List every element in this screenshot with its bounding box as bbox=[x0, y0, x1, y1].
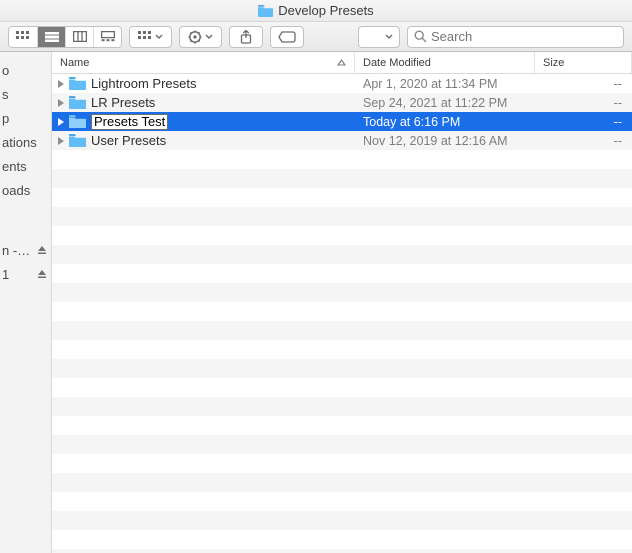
eject-icon[interactable] bbox=[37, 243, 47, 258]
date-modified: Today at 6:16 PM bbox=[355, 115, 535, 129]
sidebar-item[interactable]: ations bbox=[0, 130, 51, 154]
rename-input[interactable]: Presets Test bbox=[91, 114, 168, 130]
table-row[interactable]: User Presets Nov 12, 2019 at 12:16 AM-- bbox=[52, 131, 632, 150]
disclosure-triangle-icon[interactable] bbox=[58, 80, 64, 88]
date-modified: Sep 24, 2021 at 11:22 PM bbox=[355, 96, 535, 110]
sidebar-item[interactable]: p bbox=[0, 106, 51, 130]
file-name: User Presets bbox=[91, 133, 166, 148]
table-row[interactable]: LR Presets Sep 24, 2021 at 11:22 PM-- bbox=[52, 93, 632, 112]
table-row[interactable]: Presets Test Today at 6:16 PM-- bbox=[52, 112, 632, 131]
sidebar-item[interactable]: s bbox=[0, 82, 51, 106]
toolbar bbox=[0, 22, 632, 52]
sort-ascending-icon bbox=[337, 57, 346, 69]
folder-icon bbox=[69, 115, 86, 128]
empty-row bbox=[52, 150, 632, 169]
column-name[interactable]: Name bbox=[52, 52, 355, 73]
search-input[interactable] bbox=[427, 29, 617, 44]
sidebar-item[interactable]: ents bbox=[0, 154, 51, 178]
empty-row bbox=[52, 245, 632, 264]
folder-icon bbox=[69, 96, 86, 109]
view-columns-button[interactable] bbox=[65, 27, 93, 47]
empty-row bbox=[52, 264, 632, 283]
sidebar-item[interactable]: oads bbox=[0, 178, 51, 202]
file-size: -- bbox=[535, 77, 632, 91]
disclosure-triangle-icon[interactable] bbox=[58, 118, 64, 126]
search-icon bbox=[414, 30, 427, 43]
empty-row bbox=[52, 435, 632, 454]
empty-row bbox=[52, 378, 632, 397]
empty-row bbox=[52, 397, 632, 416]
empty-row bbox=[52, 207, 632, 226]
empty-row bbox=[52, 473, 632, 492]
disclosure-triangle-icon[interactable] bbox=[58, 137, 64, 145]
date-modified: Nov 12, 2019 at 12:16 AM bbox=[355, 134, 535, 148]
empty-row bbox=[52, 226, 632, 245]
empty-row bbox=[52, 492, 632, 511]
empty-row bbox=[52, 359, 632, 378]
empty-row bbox=[52, 511, 632, 530]
empty-row bbox=[52, 454, 632, 473]
empty-row bbox=[52, 340, 632, 359]
empty-row bbox=[52, 416, 632, 435]
file-size: -- bbox=[535, 134, 632, 148]
group-by-button[interactable] bbox=[129, 26, 172, 48]
empty-row bbox=[52, 169, 632, 188]
folder-icon bbox=[69, 134, 86, 147]
disclosure-triangle-icon[interactable] bbox=[58, 99, 64, 107]
file-name: Lightroom Presets bbox=[91, 76, 197, 91]
column-size[interactable]: Size bbox=[535, 52, 632, 73]
empty-row bbox=[52, 321, 632, 340]
file-size: -- bbox=[535, 115, 632, 129]
empty-row bbox=[52, 302, 632, 321]
sidebar-device[interactable]: 1 bbox=[0, 262, 51, 286]
table-row[interactable]: Lightroom Presets Apr 1, 2020 at 11:34 PM… bbox=[52, 74, 632, 93]
sidebar-item[interactable]: o bbox=[0, 58, 51, 82]
sidebar-device[interactable]: n -… bbox=[0, 238, 51, 262]
date-modified: Apr 1, 2020 at 11:34 PM bbox=[355, 77, 535, 91]
column-date-modified[interactable]: Date Modified bbox=[355, 52, 535, 73]
share-button[interactable] bbox=[229, 26, 263, 48]
file-name: LR Presets bbox=[91, 95, 155, 110]
empty-row bbox=[52, 188, 632, 207]
column-header: Name Date Modified Size bbox=[52, 52, 632, 74]
view-icons-button[interactable] bbox=[9, 27, 37, 47]
sidebar: o s p ations ents oads n -… 1 bbox=[0, 52, 52, 553]
file-size: -- bbox=[535, 96, 632, 110]
search-field[interactable] bbox=[407, 26, 624, 48]
window-title: Develop Presets bbox=[278, 3, 373, 18]
empty-row bbox=[52, 549, 632, 553]
path-dropdown[interactable] bbox=[358, 26, 400, 48]
empty-row bbox=[52, 283, 632, 302]
empty-row bbox=[52, 530, 632, 549]
folder-icon bbox=[69, 77, 86, 90]
folder-icon bbox=[258, 5, 273, 17]
eject-icon[interactable] bbox=[37, 267, 47, 282]
window-titlebar: Develop Presets bbox=[0, 0, 632, 22]
action-menu-button[interactable] bbox=[179, 26, 222, 48]
view-gallery-button[interactable] bbox=[93, 27, 121, 47]
tags-button[interactable] bbox=[270, 26, 304, 48]
file-list[interactable]: Lightroom Presets Apr 1, 2020 at 11:34 PM… bbox=[52, 74, 632, 553]
view-mode-segment bbox=[8, 26, 122, 48]
view-list-button[interactable] bbox=[37, 27, 65, 47]
